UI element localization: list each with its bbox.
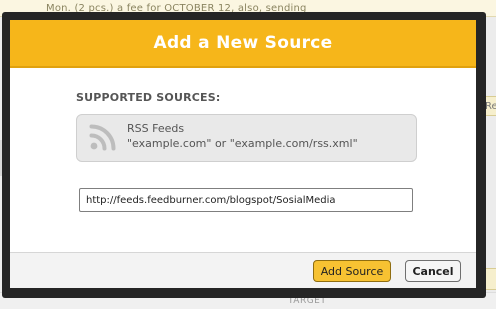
add-source-dialog: Add a New Source SUPPORTED SOURCES: RSS … <box>10 20 476 288</box>
rss-source-card: RSS Feeds "example.com" or "example.com/… <box>76 114 417 162</box>
add-source-button[interactable]: Add Source <box>313 260 391 282</box>
rss-icon <box>89 124 116 151</box>
dialog-title: Add a New Source <box>153 33 333 53</box>
supported-sources-label: SUPPORTED SOURCES: <box>76 91 221 104</box>
source-url-input[interactable] <box>79 188 413 212</box>
source-name: RSS Feeds <box>127 122 185 135</box>
background-side-tab-text: Re <box>485 101 496 112</box>
dialog-header: Add a New Source <box>10 20 476 68</box>
dialog-footer: Add Source Cancel <box>10 252 476 288</box>
source-description: "example.com" or "example.com/rss.xml" <box>127 137 358 150</box>
cancel-button[interactable]: Cancel <box>405 260 461 282</box>
